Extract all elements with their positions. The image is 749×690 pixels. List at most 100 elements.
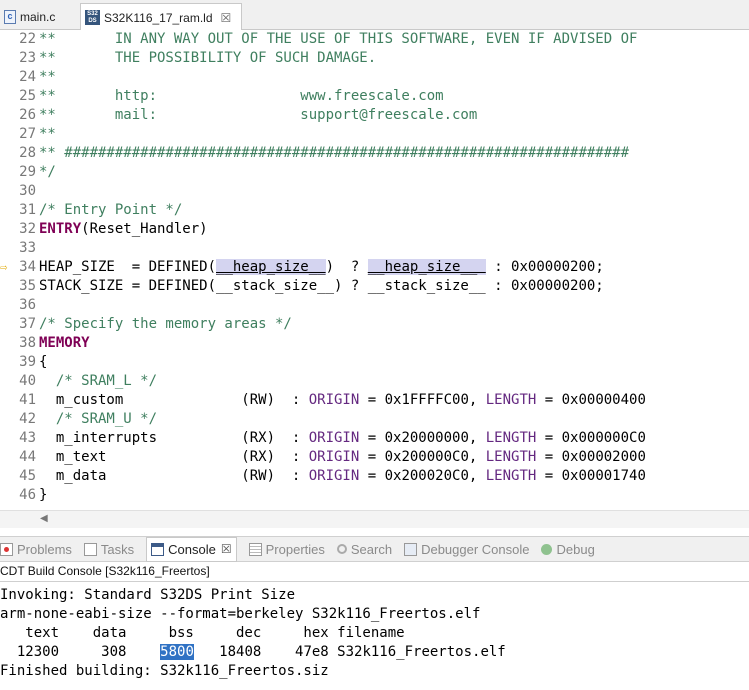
code-token: /* SRAM_U */ [39, 411, 158, 427]
code-line[interactable]: 39{ [0, 353, 749, 372]
line-number: 41 [19, 392, 36, 408]
code-line[interactable]: 44 m_text (RX) : ORIGIN = 0x200000C0, LE… [0, 448, 749, 467]
line-number: 28 [19, 145, 36, 161]
code-token: /* SRAM_L */ [39, 373, 158, 389]
line-code: /* Entry Point */ [39, 201, 182, 220]
line-code: ** http: www.freescale.com [39, 87, 444, 106]
close-icon[interactable]: ☒ [221, 542, 232, 556]
code-token: MEMORY [39, 335, 90, 351]
tab-properties[interactable]: Properties [248, 541, 325, 557]
code-token: /* Specify the memory areas */ [39, 316, 292, 332]
code-line[interactable]: 22 ** IN ANY WAY OUT OF THE USE OF THIS S… [0, 30, 749, 49]
code-token: = 0x00002000 [536, 449, 646, 465]
close-icon[interactable]: ☒ [221, 11, 232, 25]
console-output[interactable]: Invoking: Standard S32DS Print Size arm-n… [0, 586, 749, 690]
tab-debug[interactable]: Debug [541, 542, 595, 557]
tab-label: Properties [265, 541, 325, 557]
line-code: /* SRAM_U */ [39, 410, 157, 429]
code-token: { [39, 354, 48, 370]
line-number: 23 [19, 50, 36, 66]
tab-main-c[interactable]: c main.c [0, 3, 80, 30]
horizontal-scrollbar[interactable]: ◀ [0, 510, 749, 528]
line-code: m_text (RX) : ORIGIN = 0x200000C0, LENGT… [39, 448, 646, 467]
code-line[interactable]: 36 [0, 296, 749, 315]
code-token: ** IN ANY WAY OUT OF THE USE OF THIS SOF… [39, 31, 638, 47]
code-token: STACK_SIZE = DEFINED(__stack_size__) ? _… [39, 278, 604, 294]
code-line[interactable]: 27 ** [0, 125, 749, 144]
tab-problems[interactable]: Problems [0, 542, 72, 557]
code-token: ** [39, 69, 56, 85]
line-number: 36 [19, 297, 36, 313]
code-line[interactable]: 23 ** THE POSSIBILITY OF SUCH DAMAGE. [0, 49, 749, 68]
line-code: ** mail: support@freescale.com [39, 106, 477, 125]
code-token: = 0x1FFFFC00, [359, 392, 486, 408]
selected-text: 5800 [160, 644, 194, 660]
code-token: = 0x000000C0 [536, 430, 646, 446]
tasks-icon [83, 542, 97, 556]
code-line[interactable]: 43 m_interrupts (RX) : ORIGIN = 0x200000… [0, 429, 749, 448]
line-code: ** #####################################… [39, 144, 629, 163]
line-code: { [39, 353, 47, 372]
console-line: 12300 308 5800 18408 47e8 S32k116_Freert… [0, 643, 506, 662]
line-code: m_data (RW) : ORIGIN = 0x200020C0, LENGT… [39, 467, 646, 486]
code-token: : 0x00000200; [485, 259, 604, 275]
line-number: 33 [19, 240, 36, 256]
code-line[interactable]: 41 m_custom (RW) : ORIGIN = 0x1FFFFC00, … [0, 391, 749, 410]
code-line[interactable]: 28 ** ###################################… [0, 144, 749, 163]
code-token: ** http: www.freescale.com [39, 88, 444, 104]
tab-label: S32K116_17_ram.ld [104, 10, 213, 25]
code-line[interactable]: ⇨ 34 HEAP_SIZE = DEFINED(__heap_size__) ? … [0, 258, 749, 277]
search-icon [336, 544, 347, 554]
code-token: */ [39, 164, 56, 180]
code-token: ** mail: support@freescale.com [39, 107, 478, 123]
code-line[interactable]: 25 ** http: www.freescale.com [0, 87, 749, 106]
code-line[interactable]: 46} [0, 486, 749, 505]
line-number: 45 [19, 468, 36, 484]
code-line[interactable]: 37/* Specify the memory areas */ [0, 315, 749, 334]
line-number: 43 [19, 430, 36, 446]
tab-tasks[interactable]: Tasks [83, 542, 134, 557]
code-line[interactable]: 38 MEMORY [0, 334, 749, 353]
console-line: Finished building: S32k116_Freertos.siz [0, 662, 329, 681]
code-token: ) ? [325, 259, 368, 275]
occurrence-marker-icon: ⇨ [0, 260, 8, 274]
line-code: ENTRY(Reset_Handler) [39, 220, 208, 239]
code-line[interactable]: 33 [0, 239, 749, 258]
code-line[interactable]: 31/* Entry Point */ [0, 201, 749, 220]
line-number: 37 [19, 316, 36, 332]
code-token: = 0x00000400 [536, 392, 646, 408]
code-token: = 0x20000000, [359, 430, 486, 446]
code-line[interactable]: 45 m_data (RW) : ORIGIN = 0x200020C0, LE… [0, 467, 749, 486]
code-token: (Reset_Handler) [81, 221, 208, 237]
code-editor[interactable]: 22 ** IN ANY WAY OUT OF THE USE OF THIS S… [0, 30, 749, 510]
tab-label: Problems [17, 541, 72, 557]
code-line[interactable]: 29 */ [0, 163, 749, 182]
code-token: m_data (RW) : [39, 468, 309, 484]
console-tab-bar: Problems Tasks Console ☒ Properties Search Deb… [0, 536, 749, 562]
scroll-left-icon[interactable]: ◀ [40, 513, 48, 524]
editor-tab-bar: c main.c S32 DS S32K116_17_ram.ld ☒ [0, 0, 749, 31]
line-number: 25 [19, 88, 36, 104]
code-line[interactable]: 42 /* SRAM_U */ [0, 410, 749, 429]
code-line[interactable]: 30 [0, 182, 749, 201]
tab-s32k116-ram-ld[interactable]: S32 DS S32K116_17_ram.ld ☒ [80, 3, 242, 31]
code-line[interactable]: 40 /* SRAM_L */ [0, 372, 749, 391]
line-code: /* SRAM_L */ [39, 372, 157, 391]
code-token: m_custom (RW) : [39, 392, 309, 408]
tab-search[interactable]: Search [336, 542, 392, 557]
problems-icon [0, 542, 13, 556]
code-token: ORIGIN [308, 392, 360, 408]
code-token: ORIGIN [308, 468, 360, 484]
code-line[interactable]: 26 ** mail: support@freescale.com [0, 106, 749, 125]
line-code: STACK_SIZE = DEFINED(__stack_size__) ? _… [39, 277, 604, 296]
line-number: 26 [19, 107, 36, 123]
line-number: 30 [19, 183, 36, 199]
tab-console[interactable]: Console ☒ [146, 536, 237, 562]
code-line[interactable]: 35 STACK_SIZE = DEFINED(__stack_size__) ?… [0, 277, 749, 296]
code-line[interactable]: 32 ENTRY(Reset_Handler) [0, 220, 749, 239]
code-token: m_text (RX) : [39, 449, 309, 465]
tab-debugger-console[interactable]: Debugger Console [404, 542, 529, 557]
line-code: HEAP_SIZE = DEFINED(__heap_size__) ? __h… [39, 258, 604, 277]
code-line[interactable]: 24 ** [0, 68, 749, 87]
line-number: 35 [19, 278, 36, 294]
